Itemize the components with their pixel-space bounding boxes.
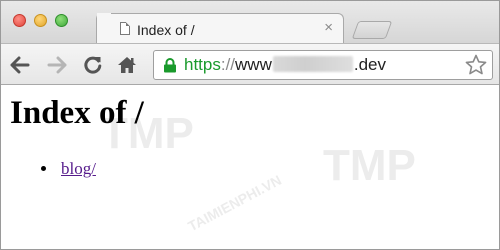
page-icon — [120, 22, 130, 35]
watermark: TMP — [323, 141, 416, 190]
bullet-icon — [41, 166, 46, 171]
watermark: TAIMIENPHI.VN — [185, 171, 284, 235]
window-close-button[interactable] — [13, 14, 26, 27]
back-arrow-icon — [10, 56, 30, 74]
home-button[interactable] — [115, 53, 139, 77]
url-prefix: www — [235, 55, 272, 74]
browser-tab[interactable]: Index of / × — [96, 13, 344, 45]
back-button[interactable] — [8, 53, 32, 77]
toolbar: https://www .dev — [1, 43, 499, 85]
new-tab-button[interactable] — [351, 21, 393, 39]
redacted-domain — [272, 56, 353, 72]
forward-arrow-icon — [47, 56, 67, 74]
window-maximize-button[interactable] — [55, 14, 68, 27]
list-item: blog/ — [41, 159, 96, 179]
directory-link[interactable]: blog/ — [61, 159, 96, 178]
window-minimize-button[interactable] — [34, 14, 47, 27]
url-separator: :// — [220, 55, 236, 74]
page-content: TMP TMP TAIMIENPHI.VN Index of / blog/ — [1, 85, 499, 249]
star-icon[interactable] — [465, 54, 487, 76]
page-title: Index of / — [10, 95, 144, 131]
address-bar[interactable]: https://www .dev — [153, 50, 493, 80]
tab-title: Index of / — [137, 22, 195, 38]
lock-icon — [164, 58, 176, 73]
url-suffix: .dev — [353, 55, 387, 74]
reload-icon — [84, 56, 102, 74]
home-icon — [118, 57, 136, 73]
close-icon[interactable]: × — [324, 19, 333, 36]
url-scheme: https — [184, 55, 221, 74]
forward-button[interactable] — [45, 53, 69, 77]
reload-button[interactable] — [81, 53, 105, 77]
tab-strip: Index of / × — [1, 1, 499, 45]
directory-list: blog/ — [41, 159, 96, 179]
url-text[interactable]: https://www .dev — [184, 55, 386, 75]
browser-window: Index of / × https://www .dev TMP TMP TA… — [0, 0, 500, 250]
